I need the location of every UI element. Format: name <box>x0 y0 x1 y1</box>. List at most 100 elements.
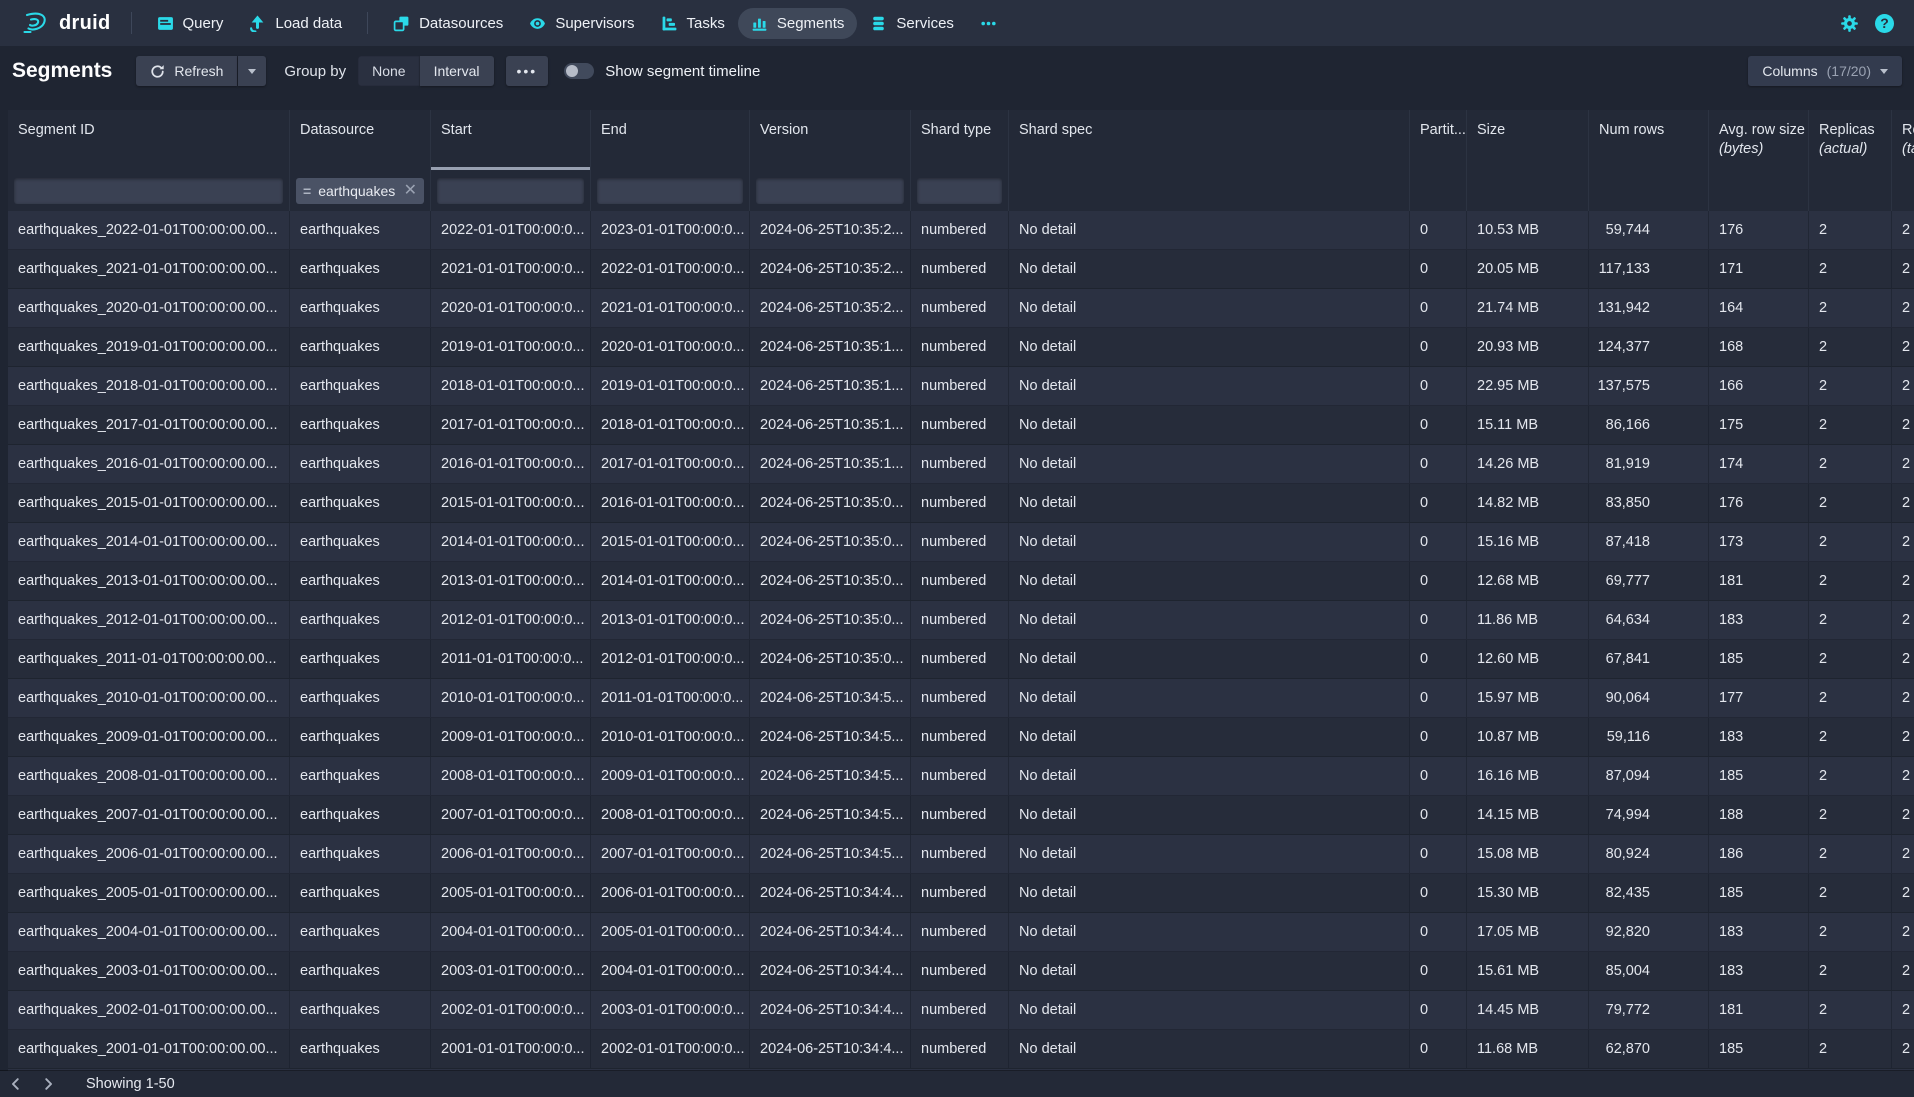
cell-version[interactable]: 2024-06-25T10:35:2... <box>750 211 911 249</box>
cell-avg_row_size[interactable]: 176 <box>1709 211 1809 249</box>
cell-replication_factor[interactable]: 2 <box>1892 718 1914 756</box>
cell-replication_factor[interactable]: 2 <box>1892 835 1914 873</box>
cell-datasource[interactable]: earthquakes <box>290 835 431 873</box>
header-cell-replicas[interactable]: Replicas(actual) <box>1809 110 1892 170</box>
cell-num_rows[interactable]: 92,820 <box>1589 913 1709 951</box>
cell-shard_type[interactable]: numbered <box>911 913 1009 951</box>
nav-more-menu[interactable] <box>967 8 1010 39</box>
cell-replicas[interactable]: 2 <box>1809 796 1892 834</box>
cell-end[interactable]: 2011-01-01T00:00:0... <box>591 679 750 717</box>
cell-replicas[interactable]: 2 <box>1809 406 1892 444</box>
cell-avg_row_size[interactable]: 174 <box>1709 445 1809 483</box>
cell-avg_row_size[interactable]: 181 <box>1709 991 1809 1029</box>
cell-segment_id[interactable]: earthquakes_2020-01-01T00:00:00.00... <box>8 289 290 327</box>
cell-shard_type[interactable]: numbered <box>911 952 1009 990</box>
cell-start[interactable]: 2004-01-01T00:00:0... <box>431 913 591 951</box>
cell-partition[interactable]: 0 <box>1410 952 1467 990</box>
cell-datasource[interactable]: earthquakes <box>290 484 431 522</box>
header-cell-shard_type[interactable]: Shard type <box>911 110 1009 170</box>
cell-start[interactable]: 2005-01-01T00:00:0... <box>431 874 591 912</box>
cell-version[interactable]: 2024-06-25T10:34:4... <box>750 913 911 951</box>
nav-tab-tasks[interactable]: Tasks <box>648 8 738 39</box>
cell-num_rows[interactable]: 86,166 <box>1589 406 1709 444</box>
cell-size[interactable]: 10.53 MB <box>1467 211 1589 249</box>
cell-num_rows[interactable]: 85,004 <box>1589 952 1709 990</box>
cell-partition[interactable]: 0 <box>1410 757 1467 795</box>
cell-replication_factor[interactable]: 2 <box>1892 211 1914 249</box>
cell-shard_spec[interactable]: No detail <box>1009 406 1410 444</box>
cell-shard_type[interactable]: numbered <box>911 796 1009 834</box>
cell-replicas[interactable]: 2 <box>1809 601 1892 639</box>
cell-partition[interactable]: 0 <box>1410 796 1467 834</box>
cell-shard_type[interactable]: numbered <box>911 289 1009 327</box>
cell-partition[interactable]: 0 <box>1410 211 1467 249</box>
cell-partition[interactable]: 0 <box>1410 718 1467 756</box>
cell-datasource[interactable]: earthquakes <box>290 796 431 834</box>
cell-replication_factor[interactable]: 2 <box>1892 640 1914 678</box>
cell-shard_spec[interactable]: No detail <box>1009 679 1410 717</box>
cell-shard_spec[interactable]: No detail <box>1009 445 1410 483</box>
cell-partition[interactable]: 0 <box>1410 367 1467 405</box>
cell-avg_row_size[interactable]: 173 <box>1709 523 1809 561</box>
cell-start[interactable]: 2011-01-01T00:00:0... <box>431 640 591 678</box>
cell-version[interactable]: 2024-06-25T10:34:4... <box>750 1030 911 1068</box>
cell-avg_row_size[interactable]: 183 <box>1709 952 1809 990</box>
cell-replication_factor[interactable]: 2 <box>1892 367 1914 405</box>
cell-end[interactable]: 2022-01-01T00:00:0... <box>591 250 750 288</box>
cell-avg_row_size[interactable]: 166 <box>1709 367 1809 405</box>
cell-partition[interactable]: 0 <box>1410 601 1467 639</box>
cell-shard_spec[interactable]: No detail <box>1009 874 1410 912</box>
cell-partition[interactable]: 0 <box>1410 562 1467 600</box>
header-cell-replication_factor[interactable]: Replication factor(target) <box>1892 110 1914 170</box>
cell-partition[interactable]: 0 <box>1410 679 1467 717</box>
cell-segment_id[interactable]: earthquakes_2010-01-01T00:00:00.00... <box>8 679 290 717</box>
cell-size[interactable]: 22.95 MB <box>1467 367 1589 405</box>
header-cell-shard_spec[interactable]: Shard spec <box>1009 110 1410 170</box>
cell-shard_spec[interactable]: No detail <box>1009 289 1410 327</box>
cell-datasource[interactable]: earthquakes <box>290 328 431 366</box>
cell-shard_spec[interactable]: No detail <box>1009 913 1410 951</box>
cell-version[interactable]: 2024-06-25T10:34:5... <box>750 757 911 795</box>
nav-tab-datasources[interactable]: Datasources <box>380 8 516 39</box>
cell-num_rows[interactable]: 74,994 <box>1589 796 1709 834</box>
cell-shard_type[interactable]: numbered <box>911 991 1009 1029</box>
cell-end[interactable]: 2020-01-01T00:00:0... <box>591 328 750 366</box>
cell-segment_id[interactable]: earthquakes_2005-01-01T00:00:00.00... <box>8 874 290 912</box>
cell-size[interactable]: 15.61 MB <box>1467 952 1589 990</box>
cell-size[interactable]: 11.68 MB <box>1467 1030 1589 1068</box>
cell-replication_factor[interactable]: 2 <box>1892 406 1914 444</box>
cell-start[interactable]: 2021-01-01T00:00:0... <box>431 250 591 288</box>
cell-num_rows[interactable]: 69,777 <box>1589 562 1709 600</box>
cell-version[interactable]: 2024-06-25T10:35:0... <box>750 484 911 522</box>
cell-end[interactable]: 2018-01-01T00:00:0... <box>591 406 750 444</box>
cell-num_rows[interactable]: 82,435 <box>1589 874 1709 912</box>
group-by-none-button[interactable]: None <box>358 56 419 86</box>
cell-end[interactable]: 2002-01-01T00:00:0... <box>591 1030 750 1068</box>
group-by-more-button[interactable]: ••• <box>506 56 549 86</box>
cell-size[interactable]: 20.93 MB <box>1467 328 1589 366</box>
cell-datasource[interactable]: earthquakes <box>290 562 431 600</box>
cell-replicas[interactable]: 2 <box>1809 718 1892 756</box>
cell-datasource[interactable]: earthquakes <box>290 601 431 639</box>
header-cell-start[interactable]: Start <box>431 110 591 170</box>
cell-shard_type[interactable]: numbered <box>911 445 1009 483</box>
cell-replicas[interactable]: 2 <box>1809 679 1892 717</box>
cell-replication_factor[interactable]: 2 <box>1892 1030 1914 1068</box>
cell-replication_factor[interactable]: 2 <box>1892 757 1914 795</box>
cell-shard_spec[interactable]: No detail <box>1009 601 1410 639</box>
cell-replication_factor[interactable]: 2 <box>1892 562 1914 600</box>
cell-start[interactable]: 2017-01-01T00:00:0... <box>431 406 591 444</box>
cell-end[interactable]: 2005-01-01T00:00:0... <box>591 913 750 951</box>
nav-tab-segments[interactable]: Segments <box>738 8 858 39</box>
cell-shard_spec[interactable]: No detail <box>1009 757 1410 795</box>
cell-replicas[interactable]: 2 <box>1809 991 1892 1029</box>
next-page-button[interactable] <box>32 1071 64 1097</box>
cell-shard_type[interactable]: numbered <box>911 211 1009 249</box>
cell-size[interactable]: 11.86 MB <box>1467 601 1589 639</box>
settings-gear-icon[interactable] <box>1840 14 1859 33</box>
cell-start[interactable]: 2012-01-01T00:00:0... <box>431 601 591 639</box>
cell-partition[interactable]: 0 <box>1410 406 1467 444</box>
cell-version[interactable]: 2024-06-25T10:34:4... <box>750 991 911 1029</box>
cell-partition[interactable]: 0 <box>1410 1030 1467 1068</box>
cell-start[interactable]: 2007-01-01T00:00:0... <box>431 796 591 834</box>
